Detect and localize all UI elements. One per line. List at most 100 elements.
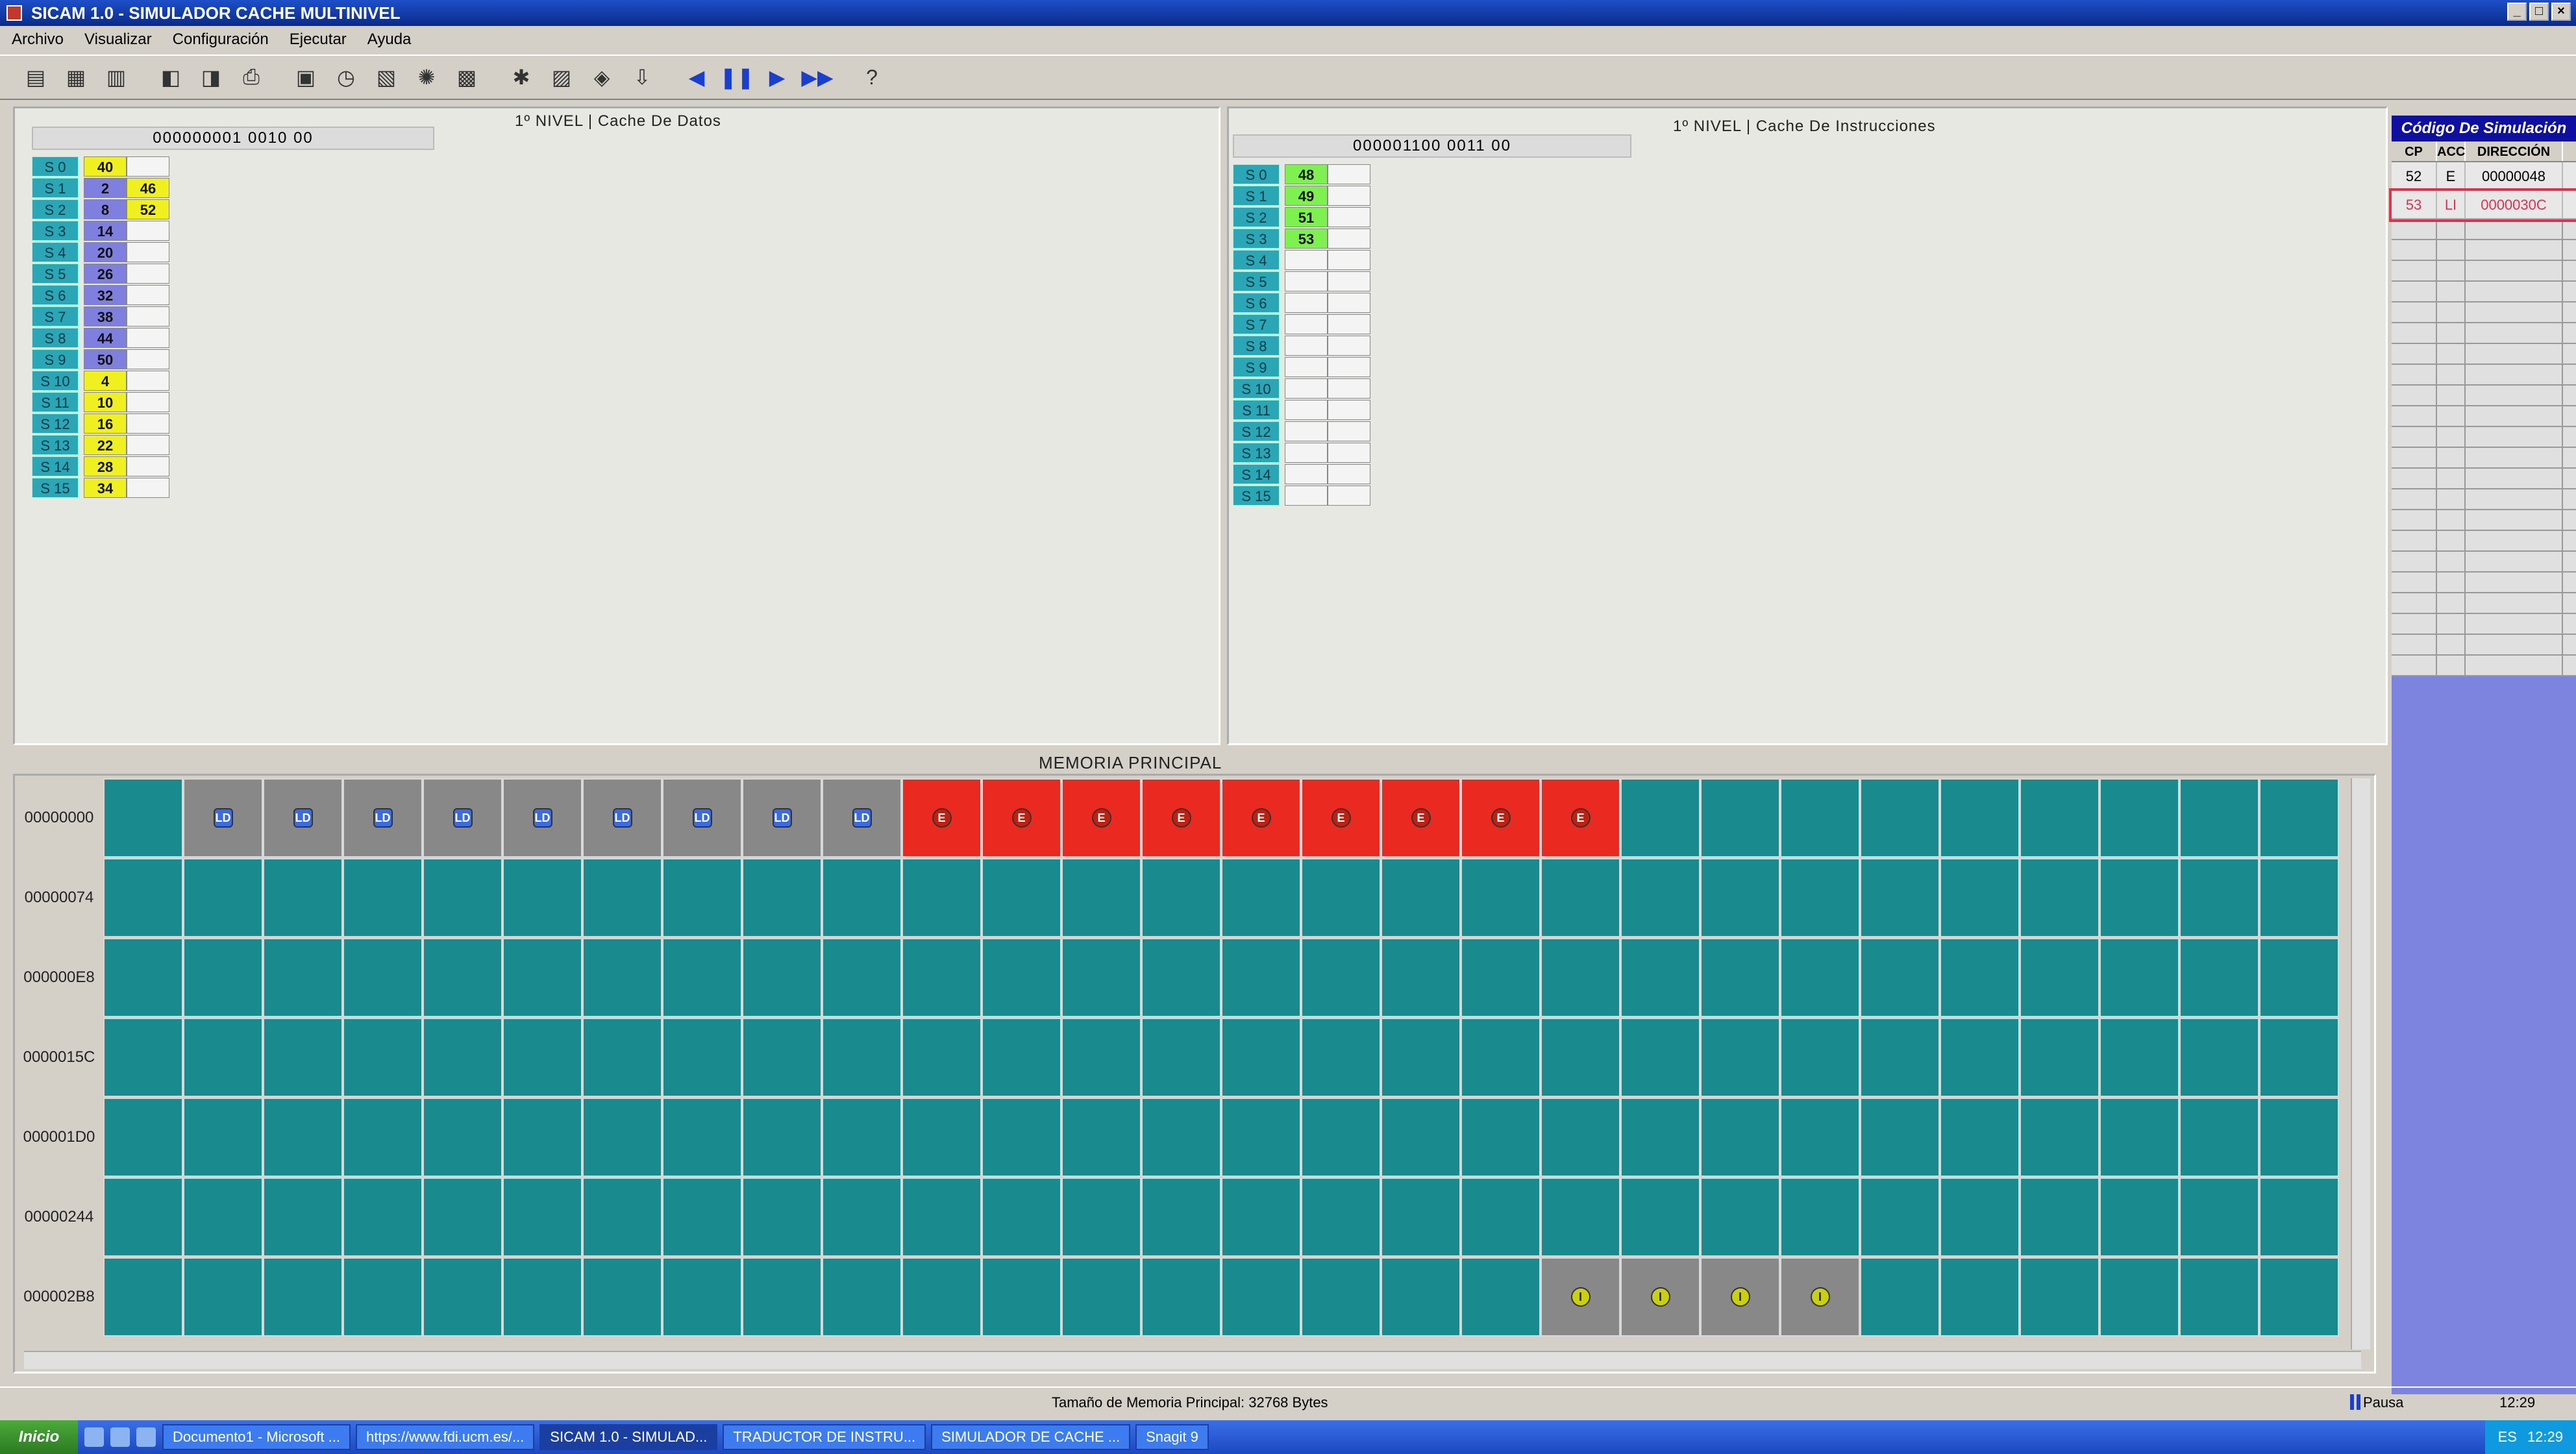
memory-cell[interactable] xyxy=(982,1177,1061,1257)
memory-cell[interactable] xyxy=(103,1177,183,1257)
memory-cell[interactable] xyxy=(2099,1257,2179,1337)
memory-cell[interactable] xyxy=(902,1098,982,1177)
memory-cell[interactable] xyxy=(183,1098,263,1177)
memory-cell[interactable]: E xyxy=(902,778,982,857)
memory-cell[interactable] xyxy=(2020,938,2099,1017)
menu-item-configuración[interactable]: Configuración xyxy=(173,26,269,53)
toolbar-open-data-button[interactable]: ▥ xyxy=(99,60,134,95)
memory-cell[interactable]: I xyxy=(1780,1257,1860,1337)
memory-cell[interactable] xyxy=(582,1018,662,1097)
taskbar-item[interactable]: Snagit 9 xyxy=(1135,1424,1209,1450)
memory-cell[interactable] xyxy=(2259,1098,2339,1177)
memory-cell[interactable] xyxy=(1940,938,2020,1017)
memory-cell[interactable]: LD xyxy=(263,778,343,857)
memory-cell[interactable] xyxy=(662,858,742,937)
memory-cell[interactable] xyxy=(1061,938,1141,1017)
memory-cell[interactable] xyxy=(582,938,662,1017)
memory-cell[interactable] xyxy=(2179,778,2259,857)
taskbar-item[interactable]: https://www.fdi.ucm.es/... xyxy=(355,1424,535,1450)
memory-cell[interactable] xyxy=(1541,1177,1620,1257)
toolbar-play-button[interactable]: ▶ xyxy=(760,60,795,95)
memory-cell[interactable] xyxy=(662,1257,742,1337)
memory-cell[interactable] xyxy=(1301,1257,1381,1337)
memory-cell[interactable] xyxy=(343,1098,423,1177)
quicklaunch-browser-icon[interactable] xyxy=(110,1427,130,1447)
memory-cell[interactable] xyxy=(1061,1018,1141,1097)
memory-cell[interactable] xyxy=(1301,1098,1381,1177)
memory-cell[interactable] xyxy=(2259,858,2339,937)
memory-cell[interactable] xyxy=(1461,1018,1541,1097)
toolbar-settings-button[interactable]: ✺ xyxy=(409,60,444,95)
memory-cell[interactable] xyxy=(2020,778,2099,857)
memory-cell[interactable] xyxy=(263,938,343,1017)
memory-cell[interactable] xyxy=(103,778,183,857)
quicklaunch-desktop-icon[interactable] xyxy=(84,1427,104,1447)
memory-cell[interactable] xyxy=(103,1257,183,1337)
memory-cell[interactable] xyxy=(2020,1018,2099,1097)
toolbar-rewind-button[interactable]: ◀ xyxy=(679,60,714,95)
memory-cell[interactable] xyxy=(742,1177,822,1257)
memory-cell[interactable] xyxy=(1620,1177,1700,1257)
memory-cell[interactable] xyxy=(1541,1098,1620,1177)
memory-cell[interactable] xyxy=(2179,1177,2259,1257)
memory-cell[interactable] xyxy=(902,1257,982,1337)
memory-cell[interactable] xyxy=(1141,938,1221,1017)
memory-cell[interactable]: I xyxy=(1700,1257,1780,1337)
memory-cell[interactable] xyxy=(502,1177,582,1257)
toolbar-print-button[interactable]: ⎙ xyxy=(234,60,269,95)
memory-cell[interactable]: LD xyxy=(662,778,742,857)
memory-cell[interactable] xyxy=(343,1257,423,1337)
memory-cell[interactable] xyxy=(1860,1257,1940,1337)
memory-cell[interactable] xyxy=(822,1098,902,1177)
memory-cell[interactable] xyxy=(1301,1177,1381,1257)
memory-cell[interactable] xyxy=(2099,938,2179,1017)
memory-cell[interactable] xyxy=(982,1098,1061,1177)
start-button[interactable]: Inicio xyxy=(0,1420,78,1454)
memory-cell[interactable] xyxy=(1461,1257,1541,1337)
memory-cell[interactable] xyxy=(1780,858,1860,937)
memory-cell[interactable] xyxy=(1221,1257,1301,1337)
memory-cell[interactable] xyxy=(263,1257,343,1337)
memory-cell[interactable] xyxy=(662,1098,742,1177)
memory-cell[interactable] xyxy=(1221,858,1301,937)
memory-cell[interactable] xyxy=(1381,858,1461,937)
memory-cell[interactable] xyxy=(1141,1177,1221,1257)
memory-cell[interactable] xyxy=(1700,858,1780,937)
memory-cell[interactable] xyxy=(1700,1098,1780,1177)
memory-cell[interactable] xyxy=(263,1098,343,1177)
memory-cell[interactable] xyxy=(103,1098,183,1177)
memory-cell[interactable] xyxy=(103,858,183,937)
toolbar-cache-button[interactable]: ▨ xyxy=(544,60,579,95)
minimize-button[interactable]: _ xyxy=(2507,3,2527,21)
memory-cell[interactable] xyxy=(662,1177,742,1257)
memory-cell[interactable]: LD xyxy=(502,778,582,857)
memory-cell[interactable]: LD xyxy=(742,778,822,857)
memory-cell[interactable] xyxy=(2020,1177,2099,1257)
memory-cell[interactable] xyxy=(822,1018,902,1097)
memory-cell[interactable] xyxy=(902,858,982,937)
memory-cell[interactable] xyxy=(1221,1098,1301,1177)
memory-cell[interactable] xyxy=(902,1177,982,1257)
memory-horizontal-scrollbar[interactable] xyxy=(24,1351,2361,1369)
memory-cell[interactable] xyxy=(343,1177,423,1257)
memory-cell[interactable] xyxy=(2099,1177,2179,1257)
memory-cell[interactable] xyxy=(1221,1177,1301,1257)
memory-cell[interactable] xyxy=(183,1018,263,1097)
memory-cell[interactable] xyxy=(742,858,822,937)
toolbar-report-button[interactable]: ▧ xyxy=(369,60,404,95)
memory-cell[interactable] xyxy=(1940,1257,2020,1337)
memory-cell[interactable] xyxy=(1221,1018,1301,1097)
memory-cell[interactable] xyxy=(1940,858,2020,937)
memory-cell[interactable] xyxy=(502,858,582,937)
memory-cell[interactable] xyxy=(742,1018,822,1097)
memory-cell[interactable] xyxy=(822,1257,902,1337)
toolbar-save-button[interactable]: ◧ xyxy=(153,60,188,95)
memory-cell[interactable] xyxy=(1940,1098,2020,1177)
memory-cell[interactable]: E xyxy=(1141,778,1221,857)
memory-cell[interactable] xyxy=(1141,1098,1221,1177)
memory-cell[interactable] xyxy=(1541,858,1620,937)
memory-cell[interactable] xyxy=(2179,1098,2259,1177)
menu-item-ayuda[interactable]: Ayuda xyxy=(367,26,412,53)
memory-cell[interactable] xyxy=(183,1177,263,1257)
memory-cell[interactable] xyxy=(1061,858,1141,937)
